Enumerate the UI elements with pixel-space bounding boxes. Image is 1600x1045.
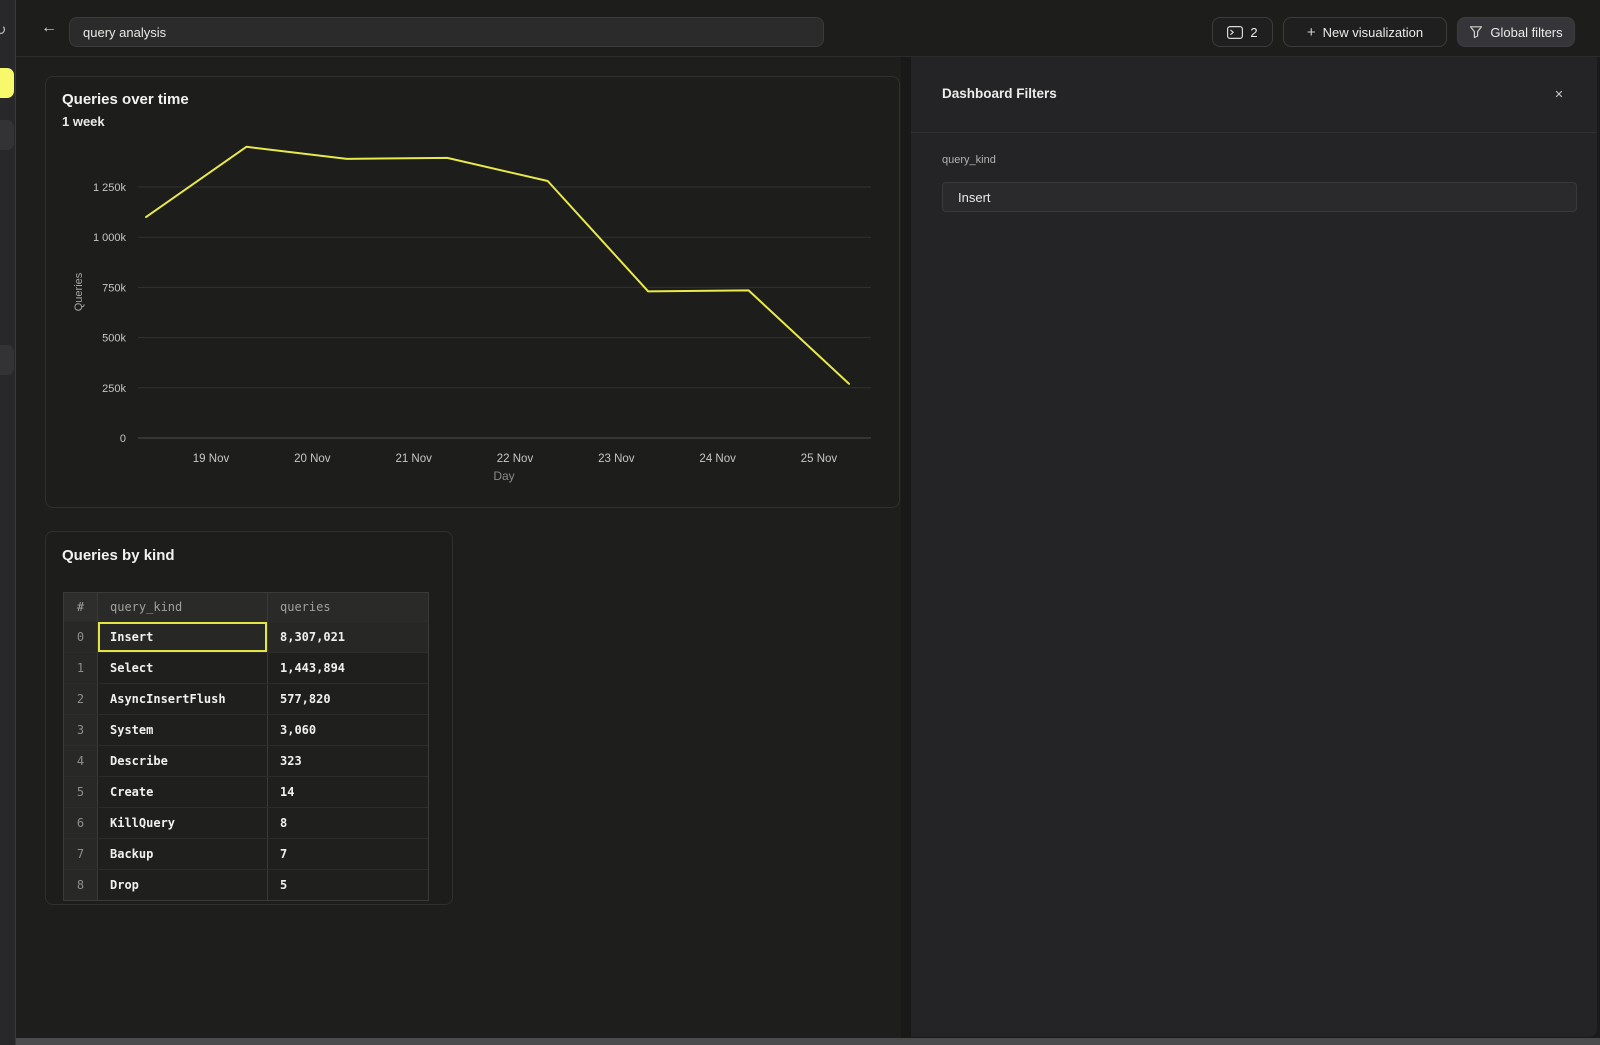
queries-table: # query_kind queries 0Insert8,307,0211Se… [63,592,429,901]
funnel-icon [1469,25,1483,39]
refresh-icon[interactable]: ↻ [0,21,7,39]
svg-text:24 Nov: 24 Nov [699,453,736,465]
queries-cell[interactable]: 8,307,021 [268,622,428,652]
row-index-cell[interactable]: 3 [64,715,98,745]
query-kind-cell[interactable]: KillQuery [98,808,268,838]
table-row[interactable]: 4Describe323 [64,745,428,776]
svg-text:1 000k: 1 000k [93,232,127,244]
table-row[interactable]: 7Backup7 [64,838,428,869]
filter-field-label: query_kind [942,154,996,166]
row-index-cell[interactable]: 8 [64,870,98,900]
svg-text:1 250k: 1 250k [93,182,127,194]
sidebar-item[interactable] [0,120,14,150]
svg-text:22 Nov: 22 Nov [497,453,534,465]
row-index-cell[interactable]: 1 [64,653,98,683]
query-kind-cell[interactable]: Backup [98,839,268,869]
new-visualization-button[interactable]: + New visualization [1283,17,1447,47]
y-axis: 0 250k 500k 750k 1 000k 1 250k [93,182,871,445]
queries-by-kind-card: Queries by kind # query_kind queries 0In… [45,531,453,905]
svg-text:23 Nov: 23 Nov [598,453,635,465]
global-filters-label: Global filters [1490,25,1562,40]
x-axis: 19 Nov 20 Nov 21 Nov 22 Nov 23 Nov 24 Nov 25 N… [193,453,838,483]
y-axis-title: Queries [73,272,85,311]
table-row[interactable]: 8Drop5 [64,869,428,900]
queries-cell[interactable]: 8 [268,808,428,838]
query-kind-cell[interactable]: Describe [98,746,268,776]
row-index-cell[interactable]: 7 [64,839,98,869]
bottom-edge-strip [0,1038,1600,1045]
column-header-index: # [64,593,98,621]
plus-icon: + [1307,24,1316,41]
query-kind-cell[interactable]: Insert [98,622,268,652]
topbar: ← 2 + New visualization Global filters [16,0,1600,57]
queries-cell[interactable]: 7 [268,839,428,869]
svg-text:25 Nov: 25 Nov [801,453,838,465]
table-row[interactable]: 2AsyncInsertFlush577,820 [64,683,428,714]
query-kind-cell[interactable]: System [98,715,268,745]
queries-cell[interactable]: 577,820 [268,684,428,714]
queries-cell[interactable]: 323 [268,746,428,776]
svg-text:19 Nov: 19 Nov [193,453,230,465]
query-kind-cell[interactable]: Create [98,777,268,807]
queries-over-time-card: Queries over time 1 week 0250k500k750k1 … [45,76,900,508]
svg-text:20 Nov: 20 Nov [294,453,331,465]
row-index-cell[interactable]: 6 [64,808,98,838]
filters-panel-header: Dashboard Filters ✕ [911,57,1597,133]
terminal-window-icon [1227,26,1243,39]
query-kind-cell[interactable]: Select [98,653,268,683]
left-sidebar: ↻ [0,0,16,1045]
table-row[interactable]: 5Create14 [64,776,428,807]
row-index-cell[interactable]: 2 [64,684,98,714]
table-row[interactable]: 0Insert8,307,021 [64,621,428,652]
global-filters-button[interactable]: Global filters [1457,17,1575,47]
svg-text:0: 0 [120,433,126,445]
row-index-cell[interactable]: 0 [64,622,98,652]
svg-text:21 Nov: 21 Nov [395,453,432,465]
queries-cell[interactable]: 1,443,894 [268,653,428,683]
dashboard-title-input[interactable] [69,17,824,47]
filters-panel-title: Dashboard Filters [942,86,1057,101]
svg-text:750k: 750k [102,282,126,294]
query-kind-filter-input[interactable] [942,182,1577,212]
table-row[interactable]: 1Select1,443,894 [64,652,428,683]
svg-text:250k: 250k [102,383,126,395]
row-index-cell[interactable]: 4 [64,746,98,776]
svg-text:Day: Day [493,469,514,483]
back-button[interactable]: ← [40,18,58,38]
new-visualization-label: New visualization [1323,25,1423,40]
row-index-cell[interactable]: 5 [64,777,98,807]
column-header-query-kind: query_kind [98,593,268,621]
svg-text:500k: 500k [102,333,126,345]
close-icon[interactable]: ✕ [1551,87,1567,103]
queries-line-series[interactable] [146,147,849,384]
queries-cell[interactable]: 3,060 [268,715,428,745]
console-count: 2 [1250,25,1257,40]
column-header-queries: queries [268,593,428,621]
sql-console-button[interactable]: 2 [1212,17,1273,47]
queries-over-time-plot[interactable]: 0 250k 500k 750k 1 000k 1 250k 19 Nov 20 Nov 21 … [46,77,899,507]
queries-table-body: 0Insert8,307,0211Select1,443,8942AsyncIn… [64,621,428,900]
sidebar-item[interactable] [0,345,14,375]
query-kind-cell[interactable]: Drop [98,870,268,900]
table-title: Queries by kind [62,547,175,564]
table-header-row: # query_kind queries [64,593,428,621]
dashboard-filters-panel: Dashboard Filters ✕ query_kind [911,57,1597,1037]
query-kind-cell[interactable]: AsyncInsertFlush [98,684,268,714]
queries-cell[interactable]: 14 [268,777,428,807]
panel-gutter [901,57,911,1038]
table-row[interactable]: 6KillQuery8 [64,807,428,838]
queries-cell[interactable]: 5 [268,870,428,900]
table-row[interactable]: 3System3,060 [64,714,428,745]
sidebar-item-active[interactable] [0,68,14,98]
